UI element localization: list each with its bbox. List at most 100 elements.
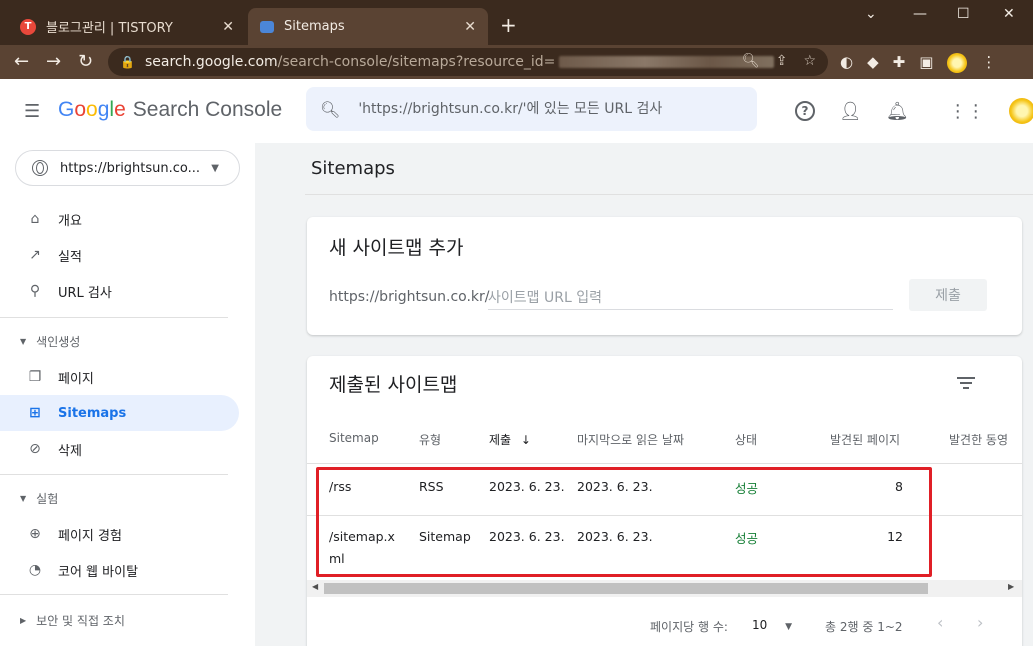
sidebar-divider xyxy=(0,594,228,595)
sidebar-item-overview[interactable]: ⌂ 개요 xyxy=(0,201,239,237)
section-label: 보안 및 직접 조치 xyxy=(36,614,125,628)
sidebar-section-security[interactable]: ▶ 보안 및 직접 조치 xyxy=(20,612,125,629)
caret-down-icon: ▼ xyxy=(211,162,219,174)
sidebar-item-label: 코어 웹 바이탈 xyxy=(58,564,139,580)
previous-page-icon[interactable]: ‹ xyxy=(937,613,943,632)
cell-type: RSS xyxy=(419,479,444,494)
cell-last-read: 2023. 6. 23. xyxy=(577,529,653,544)
sidebar-item-sitemaps[interactable]: ⊞ Sitemaps xyxy=(0,395,239,431)
cell-discovered-pages: 12 xyxy=(887,529,903,544)
sidebar-item-label: 페이지 xyxy=(58,371,94,387)
rows-per-page-select[interactable]: 10 ▼ xyxy=(752,618,792,632)
cell-sitemap: /sitemap.x xyxy=(329,529,395,544)
add-sitemap-card: 새 사이트맵 추가 https://brightsun.co.kr/ 제출 xyxy=(307,217,1022,335)
maximize-icon[interactable]: ☐ xyxy=(957,6,970,22)
cell-submitted: 2023. 6. 23. xyxy=(489,479,565,494)
minimize-icon[interactable]: — xyxy=(913,6,927,22)
cell-discovered-pages: 8 xyxy=(895,479,903,494)
share-icon[interactable]: ⇪ xyxy=(776,53,788,69)
cell-type: Sitemap xyxy=(419,529,471,544)
row-divider xyxy=(307,515,1022,516)
cell-status: 성공 xyxy=(735,481,759,496)
help-icon[interactable]: ? xyxy=(795,101,815,121)
dropdown-arrow-icon: ▼ xyxy=(785,622,793,632)
hamburger-menu-icon[interactable]: ☰ xyxy=(24,101,40,122)
sidebar-item-core-web-vitals[interactable]: ◔ 코어 웹 바이탈 xyxy=(0,552,239,588)
url-inspect-input[interactable] xyxy=(358,101,729,117)
globe-icon xyxy=(32,160,48,176)
submitted-sitemaps-card: 제출된 사이트맵 Sitemap 유형 제출 ↓ 마지막으로 읽은 날짜 상태 … xyxy=(307,356,1022,646)
cell-sitemap-wrap: ml xyxy=(329,551,345,566)
column-header-last-read[interactable]: 마지막으로 읽은 날짜 xyxy=(577,431,684,448)
close-tab-icon[interactable]: ✕ xyxy=(464,19,476,35)
side-panel-icon[interactable]: ▣ xyxy=(919,53,933,73)
url-omnibox[interactable]: 🔒 search.google.com/search-console/sitem… xyxy=(108,48,828,76)
close-tab-icon[interactable]: ✕ xyxy=(222,19,234,35)
column-header-discovered-pages[interactable]: 발견된 페이지 xyxy=(830,431,900,448)
horizontal-scrollbar[interactable]: ◀ ▶ xyxy=(307,580,1022,597)
cell-sitemap: /rss xyxy=(329,479,352,494)
sidebar-section-experience[interactable]: ▼ 실험 xyxy=(20,490,58,507)
sidebar-item-label: 실적 xyxy=(58,249,82,265)
trending-up-icon: ↗ xyxy=(29,247,41,263)
tab-title: 블로그관리 | TISTORY xyxy=(46,21,173,36)
property-url: https://brightsun.co... xyxy=(60,160,201,176)
sidebar-item-url-inspection[interactable]: ⚲ URL 검사 xyxy=(0,273,239,309)
scroll-right-arrow-icon[interactable]: ▶ xyxy=(1008,582,1014,591)
url-inspect-search[interactable]: 🔍︎ xyxy=(306,87,757,131)
tistory-favicon-icon: T xyxy=(20,18,36,35)
sort-arrow-down-icon: ↓ xyxy=(520,433,531,447)
title-divider xyxy=(305,194,1033,195)
profile-avatar[interactable] xyxy=(947,53,968,73)
visibility-off-icon: ⊘ xyxy=(29,441,41,457)
sidebar-item-removals[interactable]: ⊘ 삭제 xyxy=(0,431,239,467)
account-avatar[interactable] xyxy=(1008,98,1033,124)
tab-sitemaps[interactable]: Sitemaps ✕ xyxy=(248,8,488,45)
sidebar-divider xyxy=(0,474,228,475)
column-header-status[interactable]: 상태 xyxy=(735,431,757,448)
property-selector[interactable]: https://brightsun.co... ▼ xyxy=(15,150,240,186)
cell-last-read: 2023. 6. 23. xyxy=(577,479,653,494)
apps-grid-icon[interactable]: ⋮⋮ xyxy=(949,101,985,122)
sidebar-item-performance[interactable]: ↗ 실적 xyxy=(0,237,239,273)
scrollbar-thumb[interactable] xyxy=(324,583,928,594)
sidebar-item-pages[interactable]: ❐ 페이지 xyxy=(0,359,239,395)
filter-icon[interactable] xyxy=(957,374,975,392)
browser-menu-icon[interactable]: ⋮ xyxy=(981,53,996,73)
column-header-sitemap[interactable]: Sitemap xyxy=(329,431,379,445)
sidebar-section-indexing[interactable]: ▼ 색인생성 xyxy=(20,333,80,350)
new-tab-icon[interactable]: + xyxy=(500,13,517,37)
zoom-search-icon[interactable]: 🔍︎ xyxy=(742,53,760,69)
chevron-down-icon[interactable]: ⌄ xyxy=(865,6,877,22)
notifications-bell-icon[interactable]: 🔔︎ xyxy=(886,101,909,122)
scroll-left-arrow-icon[interactable]: ◀ xyxy=(312,582,318,591)
sitemap-url-input[interactable] xyxy=(488,286,893,310)
expand-triangle-icon: ▶ xyxy=(20,616,27,625)
tab-tistory[interactable]: T 블로그관리 | TISTORY ✕ xyxy=(8,8,246,45)
extension-gem-icon[interactable]: ◆ xyxy=(867,53,879,73)
card-title: 새 사이트맵 추가 xyxy=(329,237,464,259)
extensions-puzzle-icon[interactable]: ✚ xyxy=(893,53,906,73)
reload-icon[interactable]: ↻ xyxy=(78,51,93,72)
search-console-favicon-icon xyxy=(260,20,274,33)
forward-arrow-icon[interactable]: → xyxy=(46,51,61,72)
sidebar-divider xyxy=(0,317,228,318)
next-page-icon[interactable]: › xyxy=(977,613,983,632)
add-circle-icon: ⊕ xyxy=(29,526,41,542)
sidebar-item-page-experience[interactable]: ⊕ 페이지 경험 xyxy=(0,516,239,552)
window-close-icon[interactable]: ✕ xyxy=(1003,6,1015,22)
column-header-submitted[interactable]: 제출 ↓ xyxy=(489,431,531,448)
search-console-header: ☰ GoogleSearch Console 🔍︎ ? 👤︎ 🔔︎ ⋮⋮ xyxy=(0,79,1033,143)
browser-tabbar: T 블로그관리 | TISTORY ✕ Sitemaps ✕ + ⌄ — ☐ ✕ xyxy=(0,0,1033,45)
column-header-type[interactable]: 유형 xyxy=(419,431,441,448)
bookmark-star-icon[interactable]: ☆ xyxy=(803,53,816,69)
back-arrow-icon[interactable]: ← xyxy=(14,51,29,72)
submit-button[interactable]: 제출 xyxy=(909,279,987,311)
manage-users-icon[interactable]: 👤︎ xyxy=(839,101,862,122)
column-header-discovered-videos[interactable]: 발견한 동영 xyxy=(949,431,1022,448)
google-logo[interactable]: Google Search Console xyxy=(58,98,282,122)
sitemap-icon: ⊞ xyxy=(29,405,41,421)
extension-shield-icon[interactable]: ◐ xyxy=(840,53,853,73)
speedometer-icon: ◔ xyxy=(28,562,42,578)
collapse-triangle-icon: ▼ xyxy=(20,494,27,503)
